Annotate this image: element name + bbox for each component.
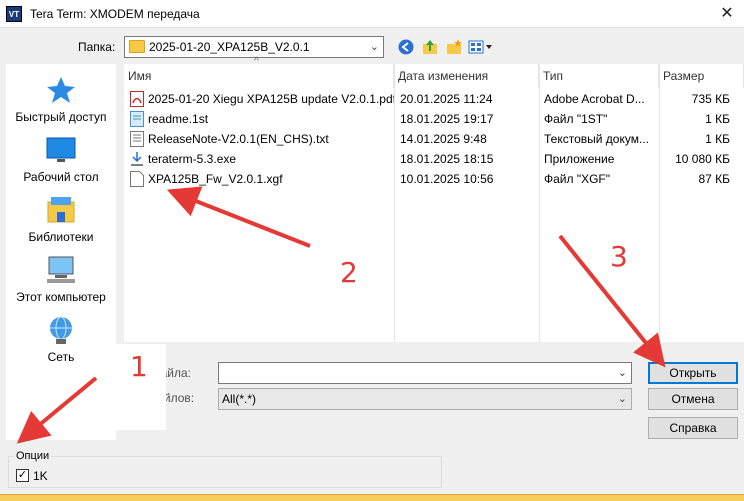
arrow-to-file [166, 186, 311, 248]
annotation-number-1: 1 [130, 350, 148, 383]
annotation-number-2: 2 [340, 256, 358, 289]
annotation-arrows [16, 186, 666, 444]
arrow-to-open [558, 234, 666, 368]
arrow-to-checkbox [16, 376, 98, 444]
annotation-number-3: 3 [610, 240, 628, 273]
